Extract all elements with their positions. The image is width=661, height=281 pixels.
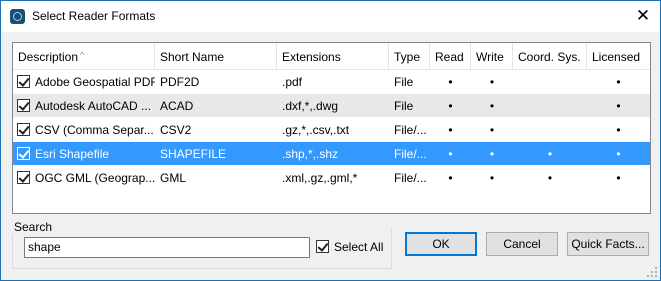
licensed-cell: • — [616, 99, 621, 113]
type-cell: File — [394, 75, 414, 89]
short-name-cell: SHAPEFILE — [160, 147, 227, 161]
select-all-checkbox[interactable] — [316, 240, 329, 253]
licensed-cell: • — [616, 171, 621, 185]
app-icon — [10, 9, 25, 24]
write-cell: • — [489, 171, 495, 185]
extensions-cell: .pdf — [282, 75, 303, 89]
title-bar: Select Reader Formats ✕ — [1, 1, 660, 32]
extensions-cell: .dxf,*,.dwg — [282, 99, 339, 113]
coord-sys-cell: • — [547, 147, 553, 161]
coord-sys-cell — [513, 70, 587, 93]
close-icon[interactable]: ✕ — [634, 7, 652, 25]
read-cell: • — [448, 147, 453, 161]
licensed-cell: • — [616, 75, 621, 89]
write-cell: • — [489, 147, 495, 161]
extensions-cell: .xml,.gz,.gml,* — [282, 171, 358, 185]
column-header-label: Description — [18, 50, 79, 64]
description-cell: Esri Shapefile — [35, 147, 110, 161]
sort-ascending-icon: ^ — [80, 50, 85, 60]
description-cell: OGC GML (Geograp... — [35, 171, 155, 185]
description-cell: Autodesk AutoCAD ... — [35, 99, 152, 113]
search-label: Search — [11, 220, 56, 234]
table-row[interactable]: Adobe Geospatial PDF PDF2D .pdf File • • • — [13, 70, 650, 93]
type-cell: File/... — [394, 171, 427, 185]
write-cell: • — [489, 99, 495, 113]
coord-sys-cell — [513, 118, 587, 141]
coord-sys-cell: • — [547, 171, 553, 185]
type-cell: File/... — [394, 147, 427, 161]
table-row[interactable]: Autodesk AutoCAD ... ACAD .dxf,*,.dwg File •… — [13, 94, 650, 117]
column-header-extensions[interactable]: Extensions — [277, 43, 389, 69]
quick-facts-button[interactable]: Quick Facts... — [567, 232, 649, 256]
type-cell: File — [394, 99, 414, 113]
select-all-label[interactable]: Select All — [334, 240, 383, 254]
table-row[interactable]: OGC GML (Geograp... GML .xml,.gz,.gml,* Fil… — [13, 166, 650, 189]
short-name-cell: GML — [160, 171, 187, 185]
short-name-cell: PDF2D — [160, 75, 200, 89]
write-cell: • — [489, 123, 495, 137]
resize-grip-icon[interactable] — [647, 267, 657, 277]
read-cell: • — [448, 99, 453, 113]
read-cell: • — [448, 75, 453, 89]
cancel-button[interactable]: Cancel — [486, 232, 558, 256]
licensed-cell: • — [616, 147, 621, 161]
description-cell: Adobe Geospatial PDF — [35, 75, 155, 89]
column-header-description[interactable]: Description ^ — [13, 43, 155, 69]
column-header-type[interactable]: Type — [389, 43, 430, 69]
licensed-cell: • — [616, 123, 621, 137]
read-cell: • — [448, 171, 453, 185]
table-row[interactable]: Esri Shapefile SHAPEFILE .shp,*,.shz File/.… — [13, 142, 650, 165]
column-header-write[interactable]: Write — [471, 43, 513, 69]
extensions-cell: .gz,*,.csv,.txt — [282, 123, 350, 137]
type-cell: File/... — [394, 123, 427, 137]
formats-table: Description ^ Short Name Extensions Type… — [12, 42, 651, 214]
short-name-cell: ACAD — [160, 99, 194, 113]
description-cell: CSV (Comma Separ... — [35, 123, 154, 137]
select-reader-formats-dialog: Select Reader Formats ✕ Description ^ Sh… — [0, 0, 661, 281]
column-header-licensed[interactable]: Licensed — [587, 43, 650, 69]
read-cell: • — [448, 123, 453, 137]
table-row[interactable]: CSV (Comma Separ... CSV2 .gz,*,.csv,.txt Fi… — [13, 118, 650, 141]
write-cell: • — [489, 75, 495, 89]
column-header-coord-sys[interactable]: Coord. Sys. — [513, 43, 587, 69]
window-title: Select Reader Formats — [32, 9, 156, 23]
search-input[interactable]: shape — [24, 237, 310, 258]
column-header-read[interactable]: Read — [430, 43, 471, 69]
extensions-cell: .shp,*,.shz — [282, 147, 339, 161]
coord-sys-cell — [513, 94, 587, 117]
column-header-short-name[interactable]: Short Name — [155, 43, 277, 69]
table-header: Description ^ Short Name Extensions Type… — [13, 43, 650, 70]
short-name-cell: CSV2 — [160, 123, 192, 137]
ok-button[interactable]: OK — [405, 232, 477, 256]
